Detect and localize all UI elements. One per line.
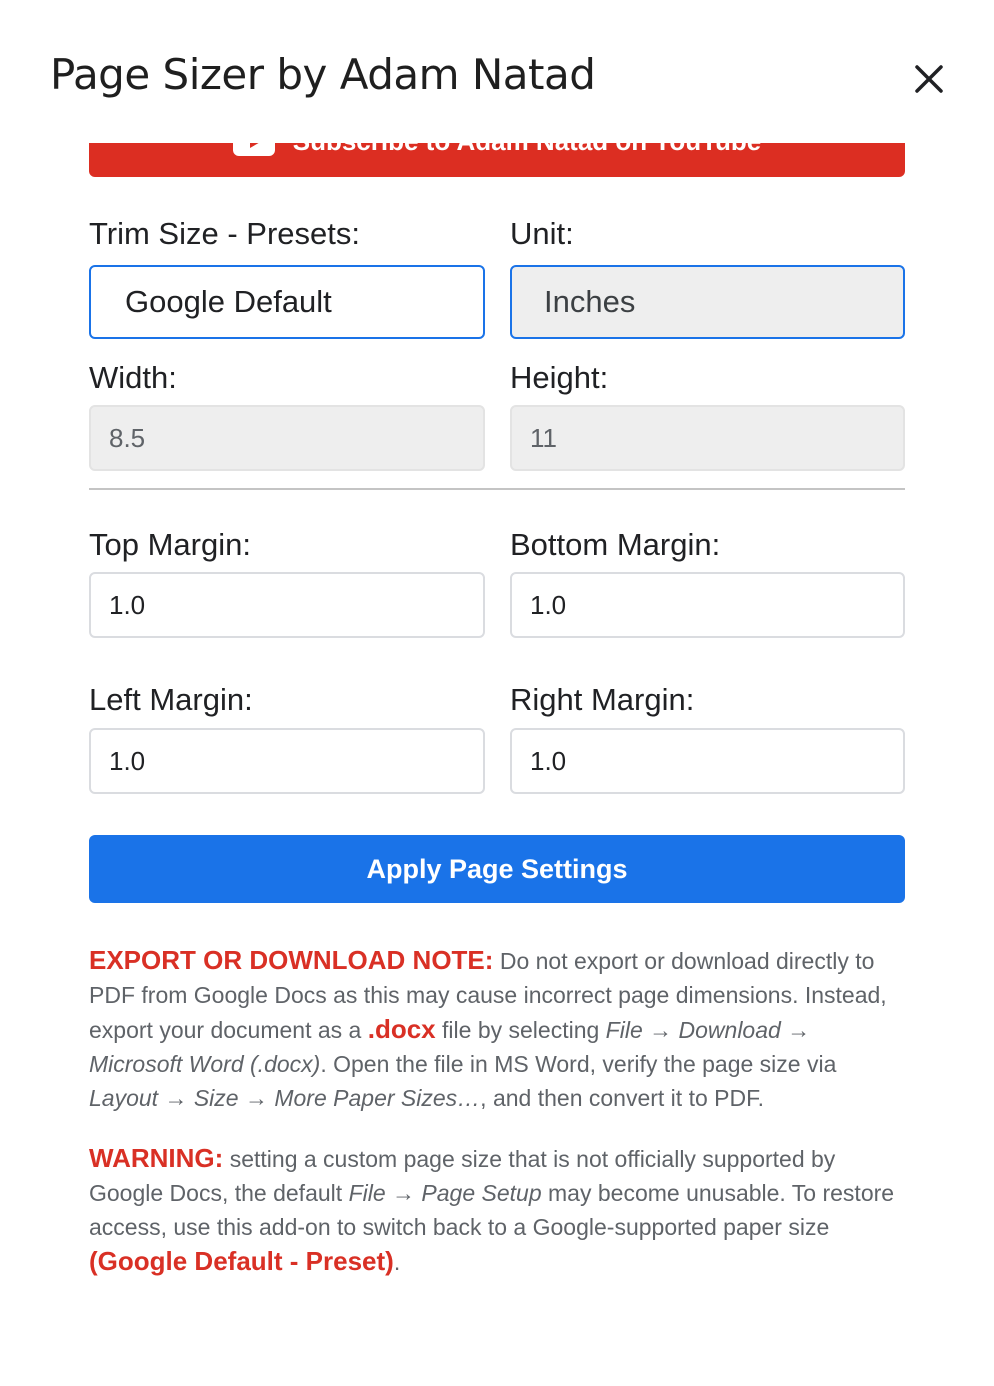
subscribe-label: Subscribe to Adam Natad on YouTube: [293, 143, 762, 157]
height-label: Height:: [510, 360, 609, 395]
google-default-preset-label: (Google Default - Preset): [89, 1246, 394, 1276]
width-value: 8.5: [109, 422, 146, 453]
unit-value: Inches: [544, 284, 636, 319]
left-margin-input[interactable]: 1.0: [89, 728, 485, 794]
section-divider: [89, 488, 905, 490]
export-note-heading: EXPORT OR DOWNLOAD NOTE:: [89, 945, 494, 975]
unit-label: Unit:: [510, 216, 574, 251]
trim-size-label: Trim Size - Presets:: [89, 216, 360, 251]
page-sizer-dialog: Page Sizer by Adam Natad Subscribe to Ad…: [0, 0, 994, 1386]
warning-text-3: .: [393, 1249, 401, 1275]
export-note-text-2: file by selecting: [435, 1017, 606, 1043]
export-note-text-4: , and then convert it to PDF.: [480, 1085, 764, 1111]
left-margin-label: Left Margin:: [89, 682, 253, 717]
trim-size-value: Google Default: [125, 284, 332, 319]
bottom-margin-input[interactable]: 1.0: [510, 572, 905, 638]
unit-select[interactable]: Inches: [510, 265, 905, 339]
right-margin-label: Right Margin:: [510, 682, 695, 717]
export-note-text-3: . Open the file in MS Word, verify the p…: [320, 1051, 837, 1077]
bottom-margin-value: 1.0: [530, 589, 567, 620]
trim-size-select[interactable]: Google Default: [89, 265, 485, 339]
width-label: Width:: [89, 360, 177, 395]
warning-heading: WARNING:: [89, 1143, 224, 1173]
top-margin-label: Top Margin:: [89, 527, 251, 562]
right-margin-value: 1.0: [530, 745, 567, 776]
docx-label: .docx: [367, 1014, 436, 1044]
dialog-content: Subscribe to Adam Natad on YouTube Trim …: [0, 143, 994, 1386]
height-value: 11: [530, 422, 557, 453]
height-input: 11: [510, 405, 905, 471]
right-margin-input[interactable]: 1.0: [510, 728, 905, 794]
bottom-margin-label: Bottom Margin:: [510, 527, 721, 562]
dialog-title: Page Sizer by Adam Natad: [50, 50, 596, 99]
subscribe-youtube-button[interactable]: Subscribe to Adam Natad on YouTube: [89, 143, 905, 177]
export-note: EXPORT OR DOWNLOAD NOTE: Do not export o…: [89, 943, 905, 1115]
page-setup-path: File → Page Setup: [348, 1180, 542, 1206]
top-margin-input[interactable]: 1.0: [89, 572, 485, 638]
top-margin-value: 1.0: [109, 589, 146, 620]
width-input: 8.5: [89, 405, 485, 471]
paper-sizes-path: Layout → Size → More Paper Sizes…: [89, 1085, 481, 1111]
warning-note: WARNING: setting a custom page size that…: [89, 1141, 905, 1279]
youtube-icon: [232, 143, 275, 156]
left-margin-value: 1.0: [109, 745, 146, 776]
close-icon[interactable]: [906, 56, 952, 102]
apply-page-settings-button[interactable]: Apply Page Settings: [89, 835, 905, 903]
